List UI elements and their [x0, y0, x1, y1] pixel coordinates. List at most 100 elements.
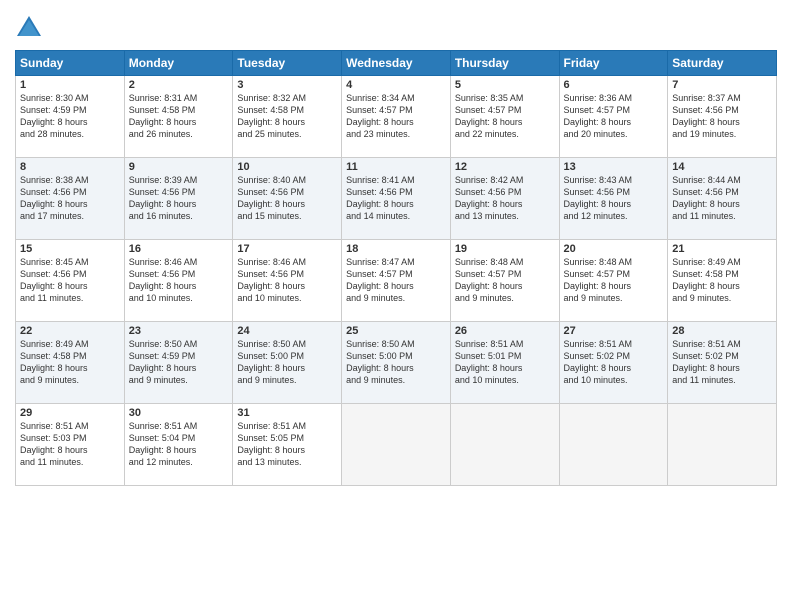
day-info: Sunrise: 8:50 AM Sunset: 5:00 PM Dayligh… — [346, 338, 446, 387]
day-info: Sunrise: 8:31 AM Sunset: 4:58 PM Dayligh… — [129, 92, 229, 141]
day-info: Sunrise: 8:45 AM Sunset: 4:56 PM Dayligh… — [20, 256, 120, 305]
calendar-day-30: 30Sunrise: 8:51 AM Sunset: 5:04 PM Dayli… — [124, 404, 233, 486]
day-info: Sunrise: 8:42 AM Sunset: 4:56 PM Dayligh… — [455, 174, 555, 223]
day-number: 13 — [564, 161, 664, 173]
calendar-day-13: 13Sunrise: 8:43 AM Sunset: 4:56 PM Dayli… — [559, 158, 668, 240]
day-number: 10 — [237, 161, 337, 173]
calendar-day-18: 18Sunrise: 8:47 AM Sunset: 4:57 PM Dayli… — [342, 240, 451, 322]
day-number: 7 — [672, 79, 772, 91]
day-number: 8 — [20, 161, 120, 173]
calendar-day-31: 31Sunrise: 8:51 AM Sunset: 5:05 PM Dayli… — [233, 404, 342, 486]
calendar-day-6: 6Sunrise: 8:36 AM Sunset: 4:57 PM Daylig… — [559, 76, 668, 158]
page-container: SundayMondayTuesdayWednesdayThursdayFrid… — [0, 0, 792, 612]
calendar-day-27: 27Sunrise: 8:51 AM Sunset: 5:02 PM Dayli… — [559, 322, 668, 404]
weekday-header-monday: Monday — [124, 51, 233, 76]
day-info: Sunrise: 8:46 AM Sunset: 4:56 PM Dayligh… — [129, 256, 229, 305]
day-number: 1 — [20, 79, 120, 91]
day-number: 5 — [455, 79, 555, 91]
calendar-day-26: 26Sunrise: 8:51 AM Sunset: 5:01 PM Dayli… — [450, 322, 559, 404]
calendar-day-25: 25Sunrise: 8:50 AM Sunset: 5:00 PM Dayli… — [342, 322, 451, 404]
day-info: Sunrise: 8:37 AM Sunset: 4:56 PM Dayligh… — [672, 92, 772, 141]
calendar-day-3: 3Sunrise: 8:32 AM Sunset: 4:58 PM Daylig… — [233, 76, 342, 158]
day-number: 21 — [672, 243, 772, 255]
calendar-day-11: 11Sunrise: 8:41 AM Sunset: 4:56 PM Dayli… — [342, 158, 451, 240]
calendar-day-14: 14Sunrise: 8:44 AM Sunset: 4:56 PM Dayli… — [668, 158, 777, 240]
header — [15, 10, 777, 42]
day-info: Sunrise: 8:49 AM Sunset: 4:58 PM Dayligh… — [672, 256, 772, 305]
day-number: 17 — [237, 243, 337, 255]
logo — [15, 14, 47, 42]
weekday-header-friday: Friday — [559, 51, 668, 76]
day-info: Sunrise: 8:51 AM Sunset: 5:02 PM Dayligh… — [564, 338, 664, 387]
logo-icon — [15, 14, 43, 42]
calendar-day-2: 2Sunrise: 8:31 AM Sunset: 4:58 PM Daylig… — [124, 76, 233, 158]
day-info: Sunrise: 8:39 AM Sunset: 4:56 PM Dayligh… — [129, 174, 229, 223]
day-info: Sunrise: 8:51 AM Sunset: 5:03 PM Dayligh… — [20, 420, 120, 469]
calendar-day-1: 1Sunrise: 8:30 AM Sunset: 4:59 PM Daylig… — [16, 76, 125, 158]
empty-cell — [450, 404, 559, 486]
day-info: Sunrise: 8:49 AM Sunset: 4:58 PM Dayligh… — [20, 338, 120, 387]
day-info: Sunrise: 8:51 AM Sunset: 5:05 PM Dayligh… — [237, 420, 337, 469]
calendar-day-16: 16Sunrise: 8:46 AM Sunset: 4:56 PM Dayli… — [124, 240, 233, 322]
calendar-day-28: 28Sunrise: 8:51 AM Sunset: 5:02 PM Dayli… — [668, 322, 777, 404]
day-number: 18 — [346, 243, 446, 255]
calendar-day-9: 9Sunrise: 8:39 AM Sunset: 4:56 PM Daylig… — [124, 158, 233, 240]
day-info: Sunrise: 8:30 AM Sunset: 4:59 PM Dayligh… — [20, 92, 120, 141]
calendar-day-12: 12Sunrise: 8:42 AM Sunset: 4:56 PM Dayli… — [450, 158, 559, 240]
day-info: Sunrise: 8:41 AM Sunset: 4:56 PM Dayligh… — [346, 174, 446, 223]
calendar-week-4: 22Sunrise: 8:49 AM Sunset: 4:58 PM Dayli… — [16, 322, 777, 404]
day-number: 9 — [129, 161, 229, 173]
day-info: Sunrise: 8:44 AM Sunset: 4:56 PM Dayligh… — [672, 174, 772, 223]
day-info: Sunrise: 8:47 AM Sunset: 4:57 PM Dayligh… — [346, 256, 446, 305]
day-number: 24 — [237, 325, 337, 337]
day-number: 30 — [129, 407, 229, 419]
empty-cell — [668, 404, 777, 486]
day-number: 25 — [346, 325, 446, 337]
calendar-day-20: 20Sunrise: 8:48 AM Sunset: 4:57 PM Dayli… — [559, 240, 668, 322]
day-info: Sunrise: 8:32 AM Sunset: 4:58 PM Dayligh… — [237, 92, 337, 141]
day-info: Sunrise: 8:35 AM Sunset: 4:57 PM Dayligh… — [455, 92, 555, 141]
day-info: Sunrise: 8:50 AM Sunset: 5:00 PM Dayligh… — [237, 338, 337, 387]
calendar-week-3: 15Sunrise: 8:45 AM Sunset: 4:56 PM Dayli… — [16, 240, 777, 322]
day-number: 23 — [129, 325, 229, 337]
day-number: 28 — [672, 325, 772, 337]
day-info: Sunrise: 8:40 AM Sunset: 4:56 PM Dayligh… — [237, 174, 337, 223]
day-number: 20 — [564, 243, 664, 255]
weekday-header-wednesday: Wednesday — [342, 51, 451, 76]
calendar-table: SundayMondayTuesdayWednesdayThursdayFrid… — [15, 50, 777, 486]
day-number: 4 — [346, 79, 446, 91]
day-info: Sunrise: 8:38 AM Sunset: 4:56 PM Dayligh… — [20, 174, 120, 223]
day-info: Sunrise: 8:51 AM Sunset: 5:02 PM Dayligh… — [672, 338, 772, 387]
day-info: Sunrise: 8:50 AM Sunset: 4:59 PM Dayligh… — [129, 338, 229, 387]
calendar-day-21: 21Sunrise: 8:49 AM Sunset: 4:58 PM Dayli… — [668, 240, 777, 322]
calendar-day-10: 10Sunrise: 8:40 AM Sunset: 4:56 PM Dayli… — [233, 158, 342, 240]
calendar-day-7: 7Sunrise: 8:37 AM Sunset: 4:56 PM Daylig… — [668, 76, 777, 158]
day-number: 11 — [346, 161, 446, 173]
calendar-day-17: 17Sunrise: 8:46 AM Sunset: 4:56 PM Dayli… — [233, 240, 342, 322]
day-number: 31 — [237, 407, 337, 419]
day-info: Sunrise: 8:43 AM Sunset: 4:56 PM Dayligh… — [564, 174, 664, 223]
calendar-day-24: 24Sunrise: 8:50 AM Sunset: 5:00 PM Dayli… — [233, 322, 342, 404]
weekday-header-row: SundayMondayTuesdayWednesdayThursdayFrid… — [16, 51, 777, 76]
day-number: 6 — [564, 79, 664, 91]
calendar-week-2: 8Sunrise: 8:38 AM Sunset: 4:56 PM Daylig… — [16, 158, 777, 240]
day-number: 16 — [129, 243, 229, 255]
calendar-day-22: 22Sunrise: 8:49 AM Sunset: 4:58 PM Dayli… — [16, 322, 125, 404]
calendar-week-1: 1Sunrise: 8:30 AM Sunset: 4:59 PM Daylig… — [16, 76, 777, 158]
day-info: Sunrise: 8:48 AM Sunset: 4:57 PM Dayligh… — [564, 256, 664, 305]
day-info: Sunrise: 8:51 AM Sunset: 5:01 PM Dayligh… — [455, 338, 555, 387]
weekday-header-saturday: Saturday — [668, 51, 777, 76]
calendar-day-23: 23Sunrise: 8:50 AM Sunset: 4:59 PM Dayli… — [124, 322, 233, 404]
day-number: 29 — [20, 407, 120, 419]
day-number: 19 — [455, 243, 555, 255]
calendar-day-8: 8Sunrise: 8:38 AM Sunset: 4:56 PM Daylig… — [16, 158, 125, 240]
day-number: 22 — [20, 325, 120, 337]
calendar-day-19: 19Sunrise: 8:48 AM Sunset: 4:57 PM Dayli… — [450, 240, 559, 322]
calendar-day-5: 5Sunrise: 8:35 AM Sunset: 4:57 PM Daylig… — [450, 76, 559, 158]
day-number: 3 — [237, 79, 337, 91]
day-info: Sunrise: 8:34 AM Sunset: 4:57 PM Dayligh… — [346, 92, 446, 141]
weekday-header-sunday: Sunday — [16, 51, 125, 76]
calendar-day-4: 4Sunrise: 8:34 AM Sunset: 4:57 PM Daylig… — [342, 76, 451, 158]
empty-cell — [559, 404, 668, 486]
day-info: Sunrise: 8:51 AM Sunset: 5:04 PM Dayligh… — [129, 420, 229, 469]
